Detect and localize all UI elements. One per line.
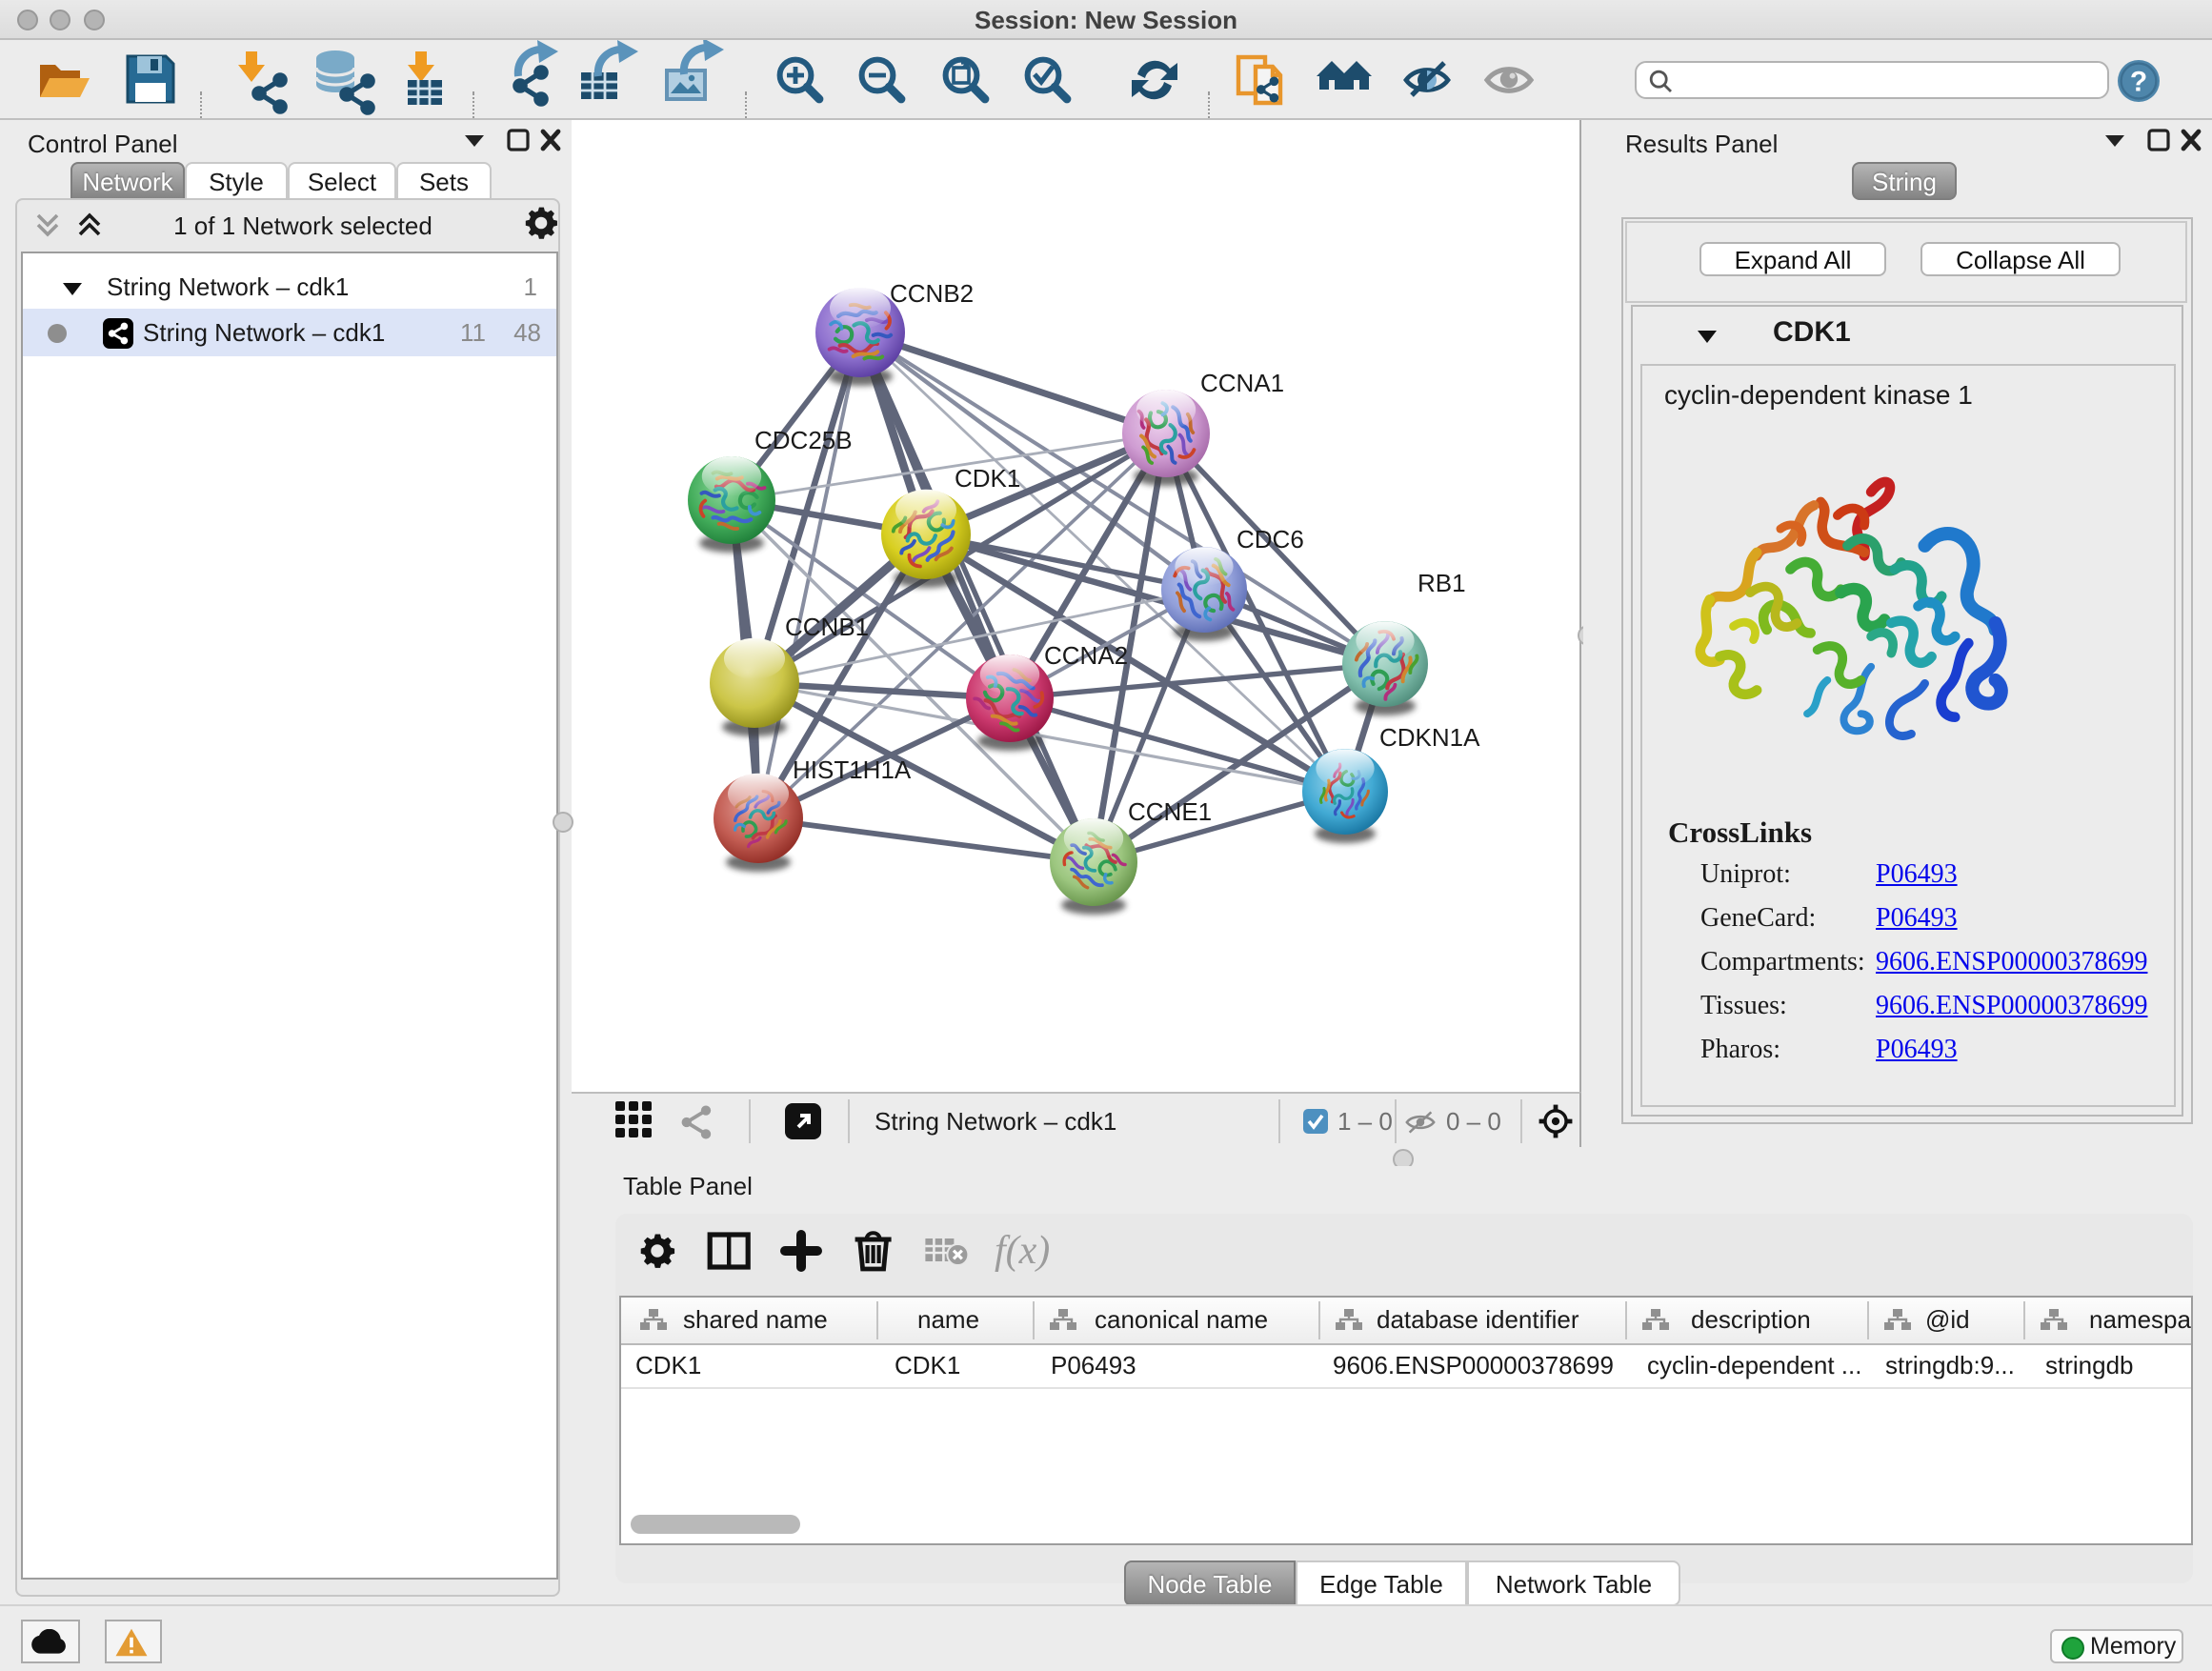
svg-text:CCNB2: CCNB2 [890, 278, 974, 307]
svg-text:?: ? [2130, 66, 2147, 97]
svg-text:CCNE1: CCNE1 [1128, 796, 1212, 825]
svg-text:CDKN1A: CDKN1A [1379, 722, 1480, 751]
svg-text:CDK1: CDK1 [955, 463, 1020, 492]
svg-text:CCNA2: CCNA2 [1044, 640, 1128, 669]
svg-text:CCNB1: CCNB1 [785, 612, 869, 640]
svg-text:CDC6: CDC6 [1237, 524, 1304, 553]
svg-text:f(x): f(x) [995, 1229, 1050, 1273]
svg-text:RB1: RB1 [1418, 568, 1466, 596]
svg-text:CCNA1: CCNA1 [1200, 368, 1284, 396]
svg-text:CDC25B: CDC25B [754, 425, 853, 453]
svg-text:HIST1H1A: HIST1H1A [793, 755, 912, 783]
